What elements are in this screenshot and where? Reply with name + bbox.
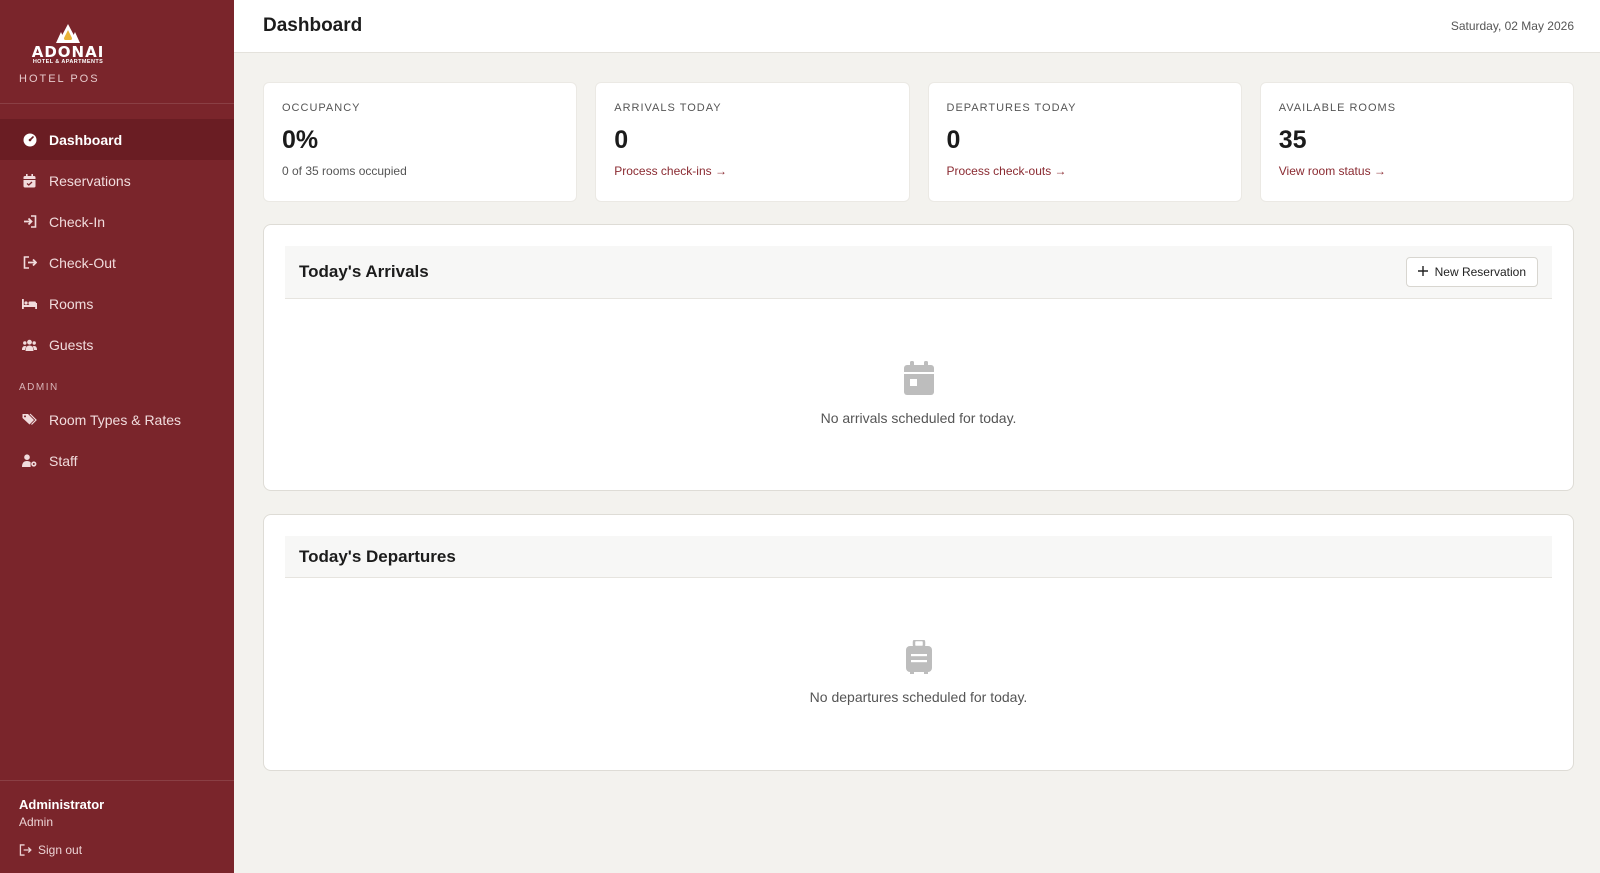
plus-icon: [1417, 265, 1428, 279]
departures-empty-text: No departures scheduled for today.: [809, 689, 1028, 705]
users-icon: [22, 337, 37, 352]
arrivals-today-card: ARRIVALS TODAY 0 Process check-ins →: [595, 82, 910, 202]
sidebar-item-reservations[interactable]: Reservations: [0, 160, 234, 201]
view-room-status-link[interactable]: View room status →: [1279, 164, 1386, 178]
sign-out-label: Sign out: [38, 843, 83, 857]
sign-out-icon: [19, 844, 32, 857]
sidebar-item-label: Rooms: [49, 295, 94, 312]
admin-section-label: ADMIN: [19, 382, 59, 393]
user-role: Admin: [19, 815, 54, 829]
tags-icon: [22, 412, 37, 427]
sidebar-item-check-out[interactable]: Check-Out: [0, 242, 234, 283]
sidebar-item-label: Staff: [49, 452, 78, 469]
new-reservation-button[interactable]: New Reservation: [1405, 257, 1538, 287]
calendar-check-icon: [22, 173, 37, 188]
page-title: Dashboard: [263, 15, 363, 36]
new-reservation-label: New Reservation: [1434, 265, 1526, 279]
sidebar-item-check-in[interactable]: Check-In: [0, 201, 234, 242]
sidebar-item-label: Dashboard: [49, 131, 123, 148]
logo-subtitle: HOTEL & APARTMENTS: [32, 59, 104, 65]
brand: ADONAI HOTEL & APARTMENTS HOTEL POS: [0, 0, 234, 104]
departures-panel-header: Today's Departures: [285, 536, 1552, 578]
departures-panel: Today's Departures No departures schedul…: [263, 514, 1574, 771]
calendar-icon: [903, 361, 934, 400]
sidebar-nav: Dashboard Reservations Check-In Check-Ou…: [0, 104, 234, 481]
sidebar-item-guests[interactable]: Guests: [0, 324, 234, 365]
sidebar-item-label: Room Types & Rates: [49, 411, 182, 428]
stat-label: DEPARTURES TODAY: [946, 102, 1077, 114]
sign-out-link[interactable]: Sign out: [19, 843, 215, 857]
departures-title: Today's Departures: [299, 546, 456, 566]
user-panel: Administrator Admin Sign out: [0, 780, 234, 873]
sidebar-item-dashboard[interactable]: Dashboard: [0, 119, 234, 160]
sidebar-item-label: Check-In: [49, 213, 106, 230]
sidebar-item-staff[interactable]: Staff: [0, 440, 234, 481]
stat-label: AVAILABLE ROOMS: [1278, 102, 1397, 114]
arrivals-title: Today's Arrivals: [299, 262, 429, 281]
stat-subtext: 0 of 35 rooms occupied: [282, 164, 407, 178]
stat-value: 0%: [282, 126, 319, 154]
bed-icon: [22, 296, 37, 311]
user-name: Administrator: [19, 797, 105, 812]
sidebar-item-label: Reservations: [49, 172, 131, 189]
sidebar-item-label: Guests: [49, 336, 94, 353]
sidebar-item-rooms[interactable]: Rooms: [0, 283, 234, 324]
sidebar-item-room-types-rates[interactable]: Room Types & Rates: [0, 399, 234, 440]
stat-label: ARRIVALS TODAY: [614, 102, 722, 114]
arrivals-empty-state: No arrivals scheduled for today.: [285, 361, 1552, 426]
arrivals-panel-header: Today's Arrivals New Reservation: [285, 246, 1552, 299]
process-check-outs-link[interactable]: Process check-outs →: [947, 164, 1067, 178]
arrivals-empty-text: No arrivals scheduled for today.: [820, 410, 1017, 426]
sidebar-item-label: Check-Out: [49, 254, 116, 271]
occupancy-card: OCCUPANCY 0% 0 of 35 rooms occupied: [263, 82, 578, 202]
adonai-logo[interactable]: ADONAI HOTEL & APARTMENTS: [24, 22, 124, 66]
stat-value: 0: [946, 126, 961, 154]
available-rooms-card: AVAILABLE ROOMS 35 View room status →: [1259, 82, 1574, 202]
sign-in-icon: [22, 214, 37, 229]
stat-value: 35: [1278, 126, 1307, 154]
stat-value: 0: [614, 126, 629, 154]
arrivals-panel: Today's Arrivals New Reservation No arri…: [263, 224, 1574, 491]
gauge-icon: [22, 132, 37, 147]
current-date: Saturday, 02 May 2026: [1450, 19, 1574, 33]
stat-label: OCCUPANCY: [282, 102, 361, 114]
suitcase-icon: [905, 638, 933, 679]
app-name: HOTEL POS: [19, 73, 100, 85]
stats-row: OCCUPANCY 0% 0 of 35 rooms occupied ARRI…: [263, 82, 1574, 202]
sign-out-icon: [22, 255, 37, 270]
sidebar: ADONAI HOTEL & APARTMENTS HOTEL POS Dash…: [0, 0, 234, 873]
departures-today-card: DEPARTURES TODAY 0 Process check-outs →: [927, 82, 1242, 202]
user-gear-icon: [22, 453, 37, 468]
top-bar: Dashboard Saturday, 02 May 2026: [234, 0, 1600, 53]
departures-empty-state: No departures scheduled for today.: [285, 638, 1552, 705]
process-check-ins-link[interactable]: Process check-ins →: [614, 164, 727, 178]
